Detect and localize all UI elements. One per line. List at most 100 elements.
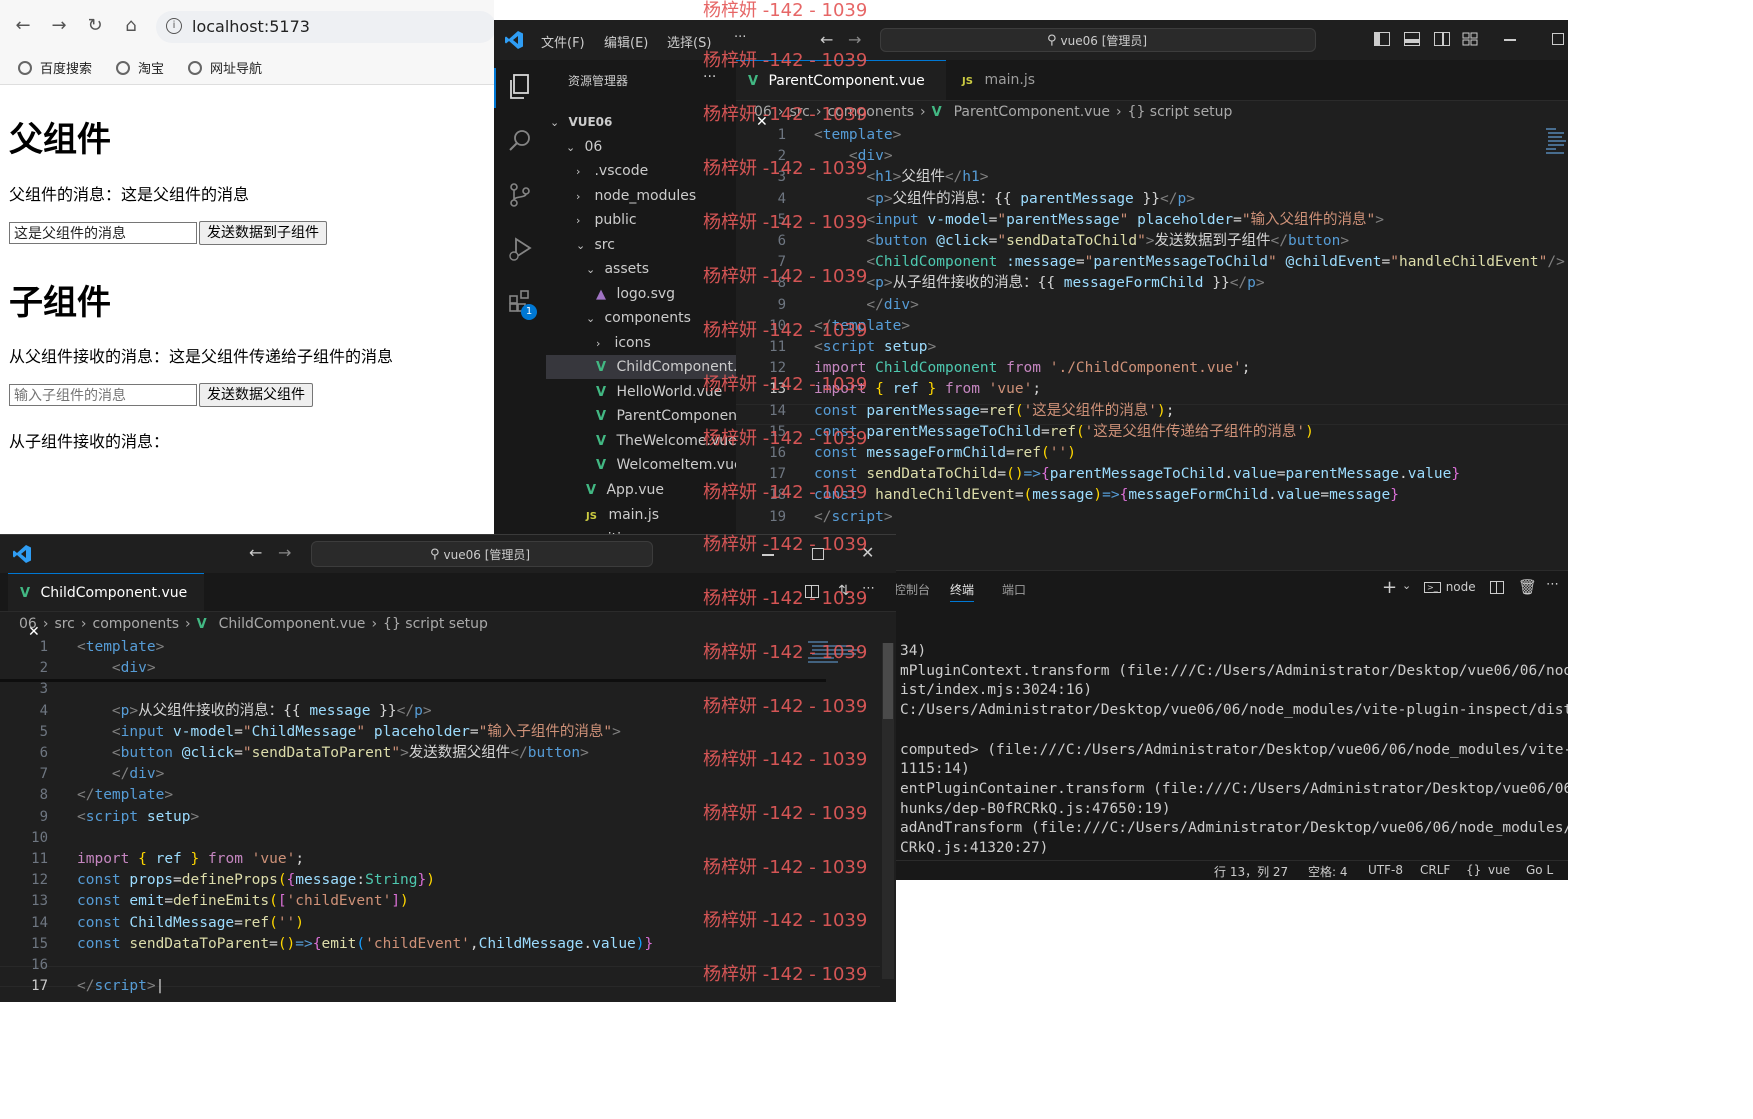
home-icon[interactable]: ⌂ (118, 12, 144, 38)
explorer-title: 资源管理器 (568, 74, 629, 88)
minimize-icon[interactable] (1504, 39, 1516, 41)
chevron-down-icon: ⌄ (576, 239, 586, 252)
vscode-logo-icon (12, 544, 32, 564)
chevron-down-icon[interactable]: ⌄ (1402, 579, 1411, 592)
nav-back-icon[interactable]: ← (249, 543, 262, 562)
menu-more[interactable]: ··· (734, 30, 746, 45)
indentation[interactable]: 空格: 4 (1308, 863, 1348, 880)
code-line: <input v-model="ChildMessage" placeholde… (111, 723, 621, 740)
breadcrumb-item[interactable]: {} script setup (383, 616, 488, 632)
bookmark-label: 淘宝 (138, 62, 165, 77)
from-child-text: 从子组件接收的消息： (9, 432, 170, 451)
breadcrumb-item[interactable]: src (54, 616, 74, 632)
line-number: 7 (39, 766, 48, 783)
code-line: <template> (814, 127, 902, 143)
line-number: 6 (39, 745, 48, 761)
child-message-input[interactable]: 输入子组件的消息 (9, 384, 197, 406)
bookmark-baidu[interactable]: 百度搜索 (18, 58, 92, 77)
forward-icon[interactable]: → (46, 12, 72, 38)
vscode-logo-icon (504, 30, 524, 50)
code-line: const sendDataToChild=()=>{parentMessage… (814, 466, 1461, 483)
terminal-line: mPluginContext.transform (file:///C:/Use… (900, 662, 1568, 679)
bookmark-taobao[interactable]: 淘宝 (116, 58, 164, 77)
explorer-icon[interactable] (508, 74, 532, 100)
vue-icon: V (20, 586, 31, 601)
toggle-sidebar-icon[interactable] (1374, 32, 1390, 46)
watermark-text: 杨梓妍 -142 - 1039 (703, 803, 868, 824)
parent-message-input[interactable]: 这是父组件的消息 (9, 222, 197, 244)
cursor-position[interactable]: 行 13，列 27 (1214, 863, 1288, 880)
sticky-scroll-shadow (0, 679, 826, 682)
back-icon[interactable]: ← (10, 12, 36, 38)
terminal-line: C:/Users/Administrator/Desktop/vue06/06/… (900, 702, 1568, 719)
nav-forward-icon[interactable]: → (278, 543, 291, 562)
command-center-search[interactable]: ⚲ vue06 [管理员] (311, 541, 653, 567)
encoding[interactable]: UTF-8 (1368, 863, 1403, 877)
panel-tab-console[interactable]: 控制台 (894, 581, 930, 598)
line-number: 14 (31, 914, 48, 931)
line-number: 1 (39, 639, 48, 655)
go-live[interactable]: Go L (1526, 863, 1553, 877)
breadcrumb-item[interactable]: {} script setup (1128, 104, 1233, 120)
code-line: <div> (111, 660, 156, 677)
source-control-icon[interactable] (508, 182, 532, 208)
chevron-right-icon: › (80, 616, 87, 632)
vue-icon: V (596, 385, 607, 400)
customize-layout-icon[interactable] (1462, 32, 1478, 46)
reload-icon[interactable]: ↻ (82, 12, 108, 38)
panel-tab-terminal[interactable]: 终端 (950, 581, 975, 602)
tree-item[interactable]: ⌄ src (546, 233, 736, 257)
send-to-child-button[interactable]: 发送数据到子组件 (199, 221, 327, 245)
code-line: </script> (814, 508, 893, 525)
run-debug-icon[interactable] (508, 236, 534, 262)
tree-item-label: assets (604, 261, 650, 277)
tab-main-js[interactable]: JS main.js (950, 60, 1050, 100)
chevron-right-icon: › (42, 616, 49, 632)
breadcrumb-item[interactable]: ChildComponent.vue (219, 616, 366, 632)
site-info-icon[interactable]: i (166, 18, 182, 34)
menu-edit[interactable]: 编辑(E) (604, 32, 648, 51)
search-label: vue06 [管理员] (443, 548, 531, 562)
tab-child-component[interactable]: V ChildComponent.vue ✕ (8, 573, 204, 640)
command-center-search[interactable]: ⚲ vue06 [管理员] (880, 28, 1316, 52)
tab-label: ChildComponent.vue (40, 585, 188, 601)
line-ending[interactable]: CRLF (1420, 863, 1450, 877)
bookmark-nav[interactable]: 网址导航 (188, 58, 262, 77)
line-number: 2 (39, 660, 48, 677)
tree-item[interactable]: › node_modules (546, 184, 736, 208)
add-terminal-icon[interactable]: + (1382, 577, 1397, 598)
globe-icon (18, 60, 32, 75)
language-mode[interactable]: vue (1488, 863, 1510, 877)
code-line: </template> (77, 787, 174, 804)
terminal-line: entPluginContainer.transform (file:///C:… (900, 780, 1568, 797)
toggle-secondary-sidebar-icon[interactable] (1434, 32, 1450, 46)
breadcrumb-item[interactable]: ParentComponent.vue (954, 104, 1110, 120)
scrollbar-thumb[interactable] (883, 643, 893, 719)
line-number: 6 (777, 233, 786, 249)
menu-file[interactable]: 文件(F) (541, 32, 585, 51)
line-number: 11 (31, 851, 48, 867)
panel-tab-ports[interactable]: 端口 (1002, 581, 1026, 598)
minimap[interactable] (1544, 126, 1566, 158)
chevron-right-icon: › (371, 616, 378, 632)
breadcrumb-item[interactable]: 06 (19, 616, 37, 632)
tree-item[interactable]: JS main.js (546, 503, 736, 527)
split-terminal-icon[interactable] (1490, 581, 1504, 594)
toggle-panel-icon[interactable] (1404, 32, 1420, 46)
browser-toolbar: ← → ↻ ⌂ i localhost:5173 (0, 0, 494, 50)
maximize-icon[interactable] (1552, 33, 1564, 45)
code-line: const emit=defineEmits(['childEvent']) (77, 893, 409, 910)
search-icon[interactable] (508, 128, 532, 152)
terminal-selector[interactable]: >_ node (1424, 580, 1476, 594)
more-actions-icon[interactable]: ⋯ (1546, 577, 1559, 592)
trash-icon[interactable]: 🗑 (1518, 578, 1537, 596)
watermark-text: 杨梓妍 -142 - 1039 (703, 696, 868, 717)
active-indicator (494, 68, 496, 108)
chevron-right-icon: › (576, 214, 581, 227)
breadcrumb-item[interactable]: components (93, 616, 180, 632)
line-number: 17 (31, 978, 48, 995)
tree-item[interactable]: V WelcomeItem.vue (546, 453, 736, 477)
send-to-parent-button[interactable]: 发送数据父组件 (199, 383, 313, 407)
line-number: 1 (777, 127, 786, 143)
watermark-text: 杨梓妍 -142 - 1039 (703, 964, 868, 985)
